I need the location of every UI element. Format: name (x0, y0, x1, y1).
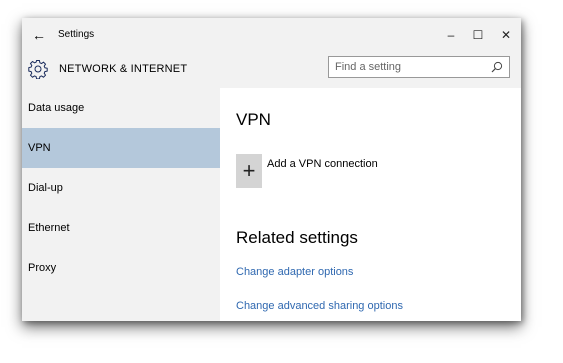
settings-window: ← Settings – ☐ ✕ NETWORK & INTERNET Find… (22, 18, 521, 321)
add-vpn-connection-button[interactable]: Add a VPN connection (267, 158, 378, 170)
gear-icon (28, 59, 48, 80)
page-header: NETWORK & INTERNET (22, 52, 521, 88)
page-title: NETWORK & INTERNET (59, 63, 188, 75)
sidebar-item-ethernet[interactable]: Ethernet (22, 208, 220, 248)
change-advanced-sharing-options-link[interactable]: Change advanced sharing options (236, 300, 403, 312)
window-title: Settings (58, 29, 95, 40)
related-settings-heading: Related settings (236, 228, 358, 247)
sidebar-item-proxy[interactable]: Proxy (22, 248, 220, 288)
minimize-button[interactable]: – (441, 26, 461, 44)
sidebar-item-dial-up[interactable]: Dial-up (22, 168, 220, 208)
close-button[interactable]: ✕ (496, 26, 516, 44)
maximize-button[interactable]: ☐ (468, 26, 488, 44)
search-icon[interactable] (490, 60, 504, 74)
vpn-heading: VPN (236, 110, 271, 129)
sidebar-item-vpn[interactable]: VPN (22, 128, 220, 168)
search-box[interactable] (328, 56, 510, 78)
back-arrow-icon[interactable]: ← (30, 27, 48, 43)
main-content: VPN + Add a VPN connection Related setti… (220, 88, 521, 321)
search-input[interactable] (329, 57, 485, 77)
title-bar: ← Settings – ☐ ✕ (22, 18, 521, 52)
sidebar: Data usage VPN Dial-up Ethernet Proxy (22, 88, 220, 321)
plus-icon[interactable]: + (236, 154, 262, 188)
sidebar-item-data-usage[interactable]: Data usage (22, 88, 220, 128)
change-adapter-options-link[interactable]: Change adapter options (236, 266, 353, 278)
